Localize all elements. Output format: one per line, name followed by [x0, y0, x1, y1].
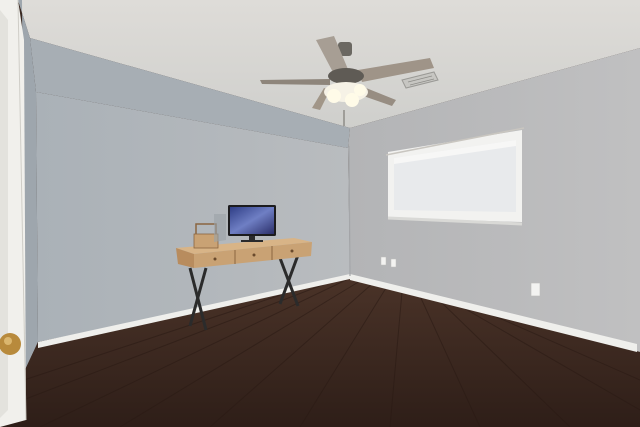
room-scene: [0, 0, 640, 427]
room-photo: [0, 0, 640, 427]
door-knob-icon[interactable]: [0, 333, 21, 355]
desk-shadow: [214, 214, 226, 242]
door-frame: [0, 0, 27, 427]
